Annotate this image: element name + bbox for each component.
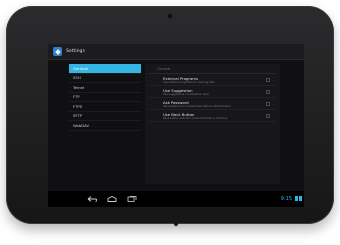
settings-sidebar: General SSH Telnet FTP FTPS SFTP WebDAV (69, 64, 141, 184)
sidebar-item-sftp[interactable]: SFTP (69, 112, 141, 121)
home-icon[interactable] (106, 195, 118, 203)
sidebar-item-webdav[interactable]: WebDAV (69, 121, 141, 131)
settings-detail-pane: General External Programs Use external p… (145, 64, 280, 184)
pref-checkbox[interactable] (266, 102, 270, 106)
sidebar-item-ftps[interactable]: FTPS (69, 102, 141, 112)
sidebar-item-ftp[interactable]: FTP (69, 93, 141, 102)
sidebar-item-telnet[interactable]: Telnet (69, 83, 141, 93)
device-home-indicator (174, 222, 178, 226)
recent-apps-icon[interactable] (126, 195, 138, 203)
settings-app-icon[interactable] (53, 47, 62, 56)
tablet-screen: Settings General SSH Telnet FTP FTPS SFT… (48, 44, 304, 207)
sidebar-item-ssh[interactable]: SSH (69, 74, 141, 83)
pref-external-programs[interactable]: External Programs Use external programs … (149, 74, 276, 86)
system-nav-bar: 9:15 (48, 191, 304, 207)
pref-use-back-button[interactable]: Use Back Button Back button exits the cu… (149, 110, 276, 122)
sidebar-item-general[interactable]: General (69, 64, 141, 74)
pref-summary: Ask password and passphrase before authe… (163, 105, 231, 108)
pref-summary: Back button exits the current activity o… (163, 117, 228, 120)
pref-summary: Use external programs for opening files (163, 81, 215, 84)
pref-ask-password[interactable]: Ask Password Ask password and passphrase… (149, 98, 276, 110)
back-icon[interactable] (86, 195, 98, 203)
pref-checkbox[interactable] (266, 90, 270, 94)
wifi-icon (295, 196, 298, 201)
status-icons (295, 196, 302, 201)
app-icon-glyph (54, 48, 61, 55)
action-bar: Settings (48, 44, 304, 60)
pref-checkbox[interactable] (266, 114, 270, 118)
front-camera (168, 14, 172, 18)
section-header: General (149, 64, 276, 74)
pref-use-suggestion[interactable]: Use Suggestion Use suggestions in hostna… (149, 86, 276, 98)
battery-icon (299, 196, 302, 201)
pref-summary: Use suggestions in hostname input (163, 93, 209, 96)
tablet-device: Settings General SSH Telnet FTP FTPS SFT… (6, 6, 334, 226)
status-time: 9:15 (280, 196, 292, 202)
pref-checkbox[interactable] (266, 78, 270, 82)
app-title: Settings (66, 49, 85, 54)
